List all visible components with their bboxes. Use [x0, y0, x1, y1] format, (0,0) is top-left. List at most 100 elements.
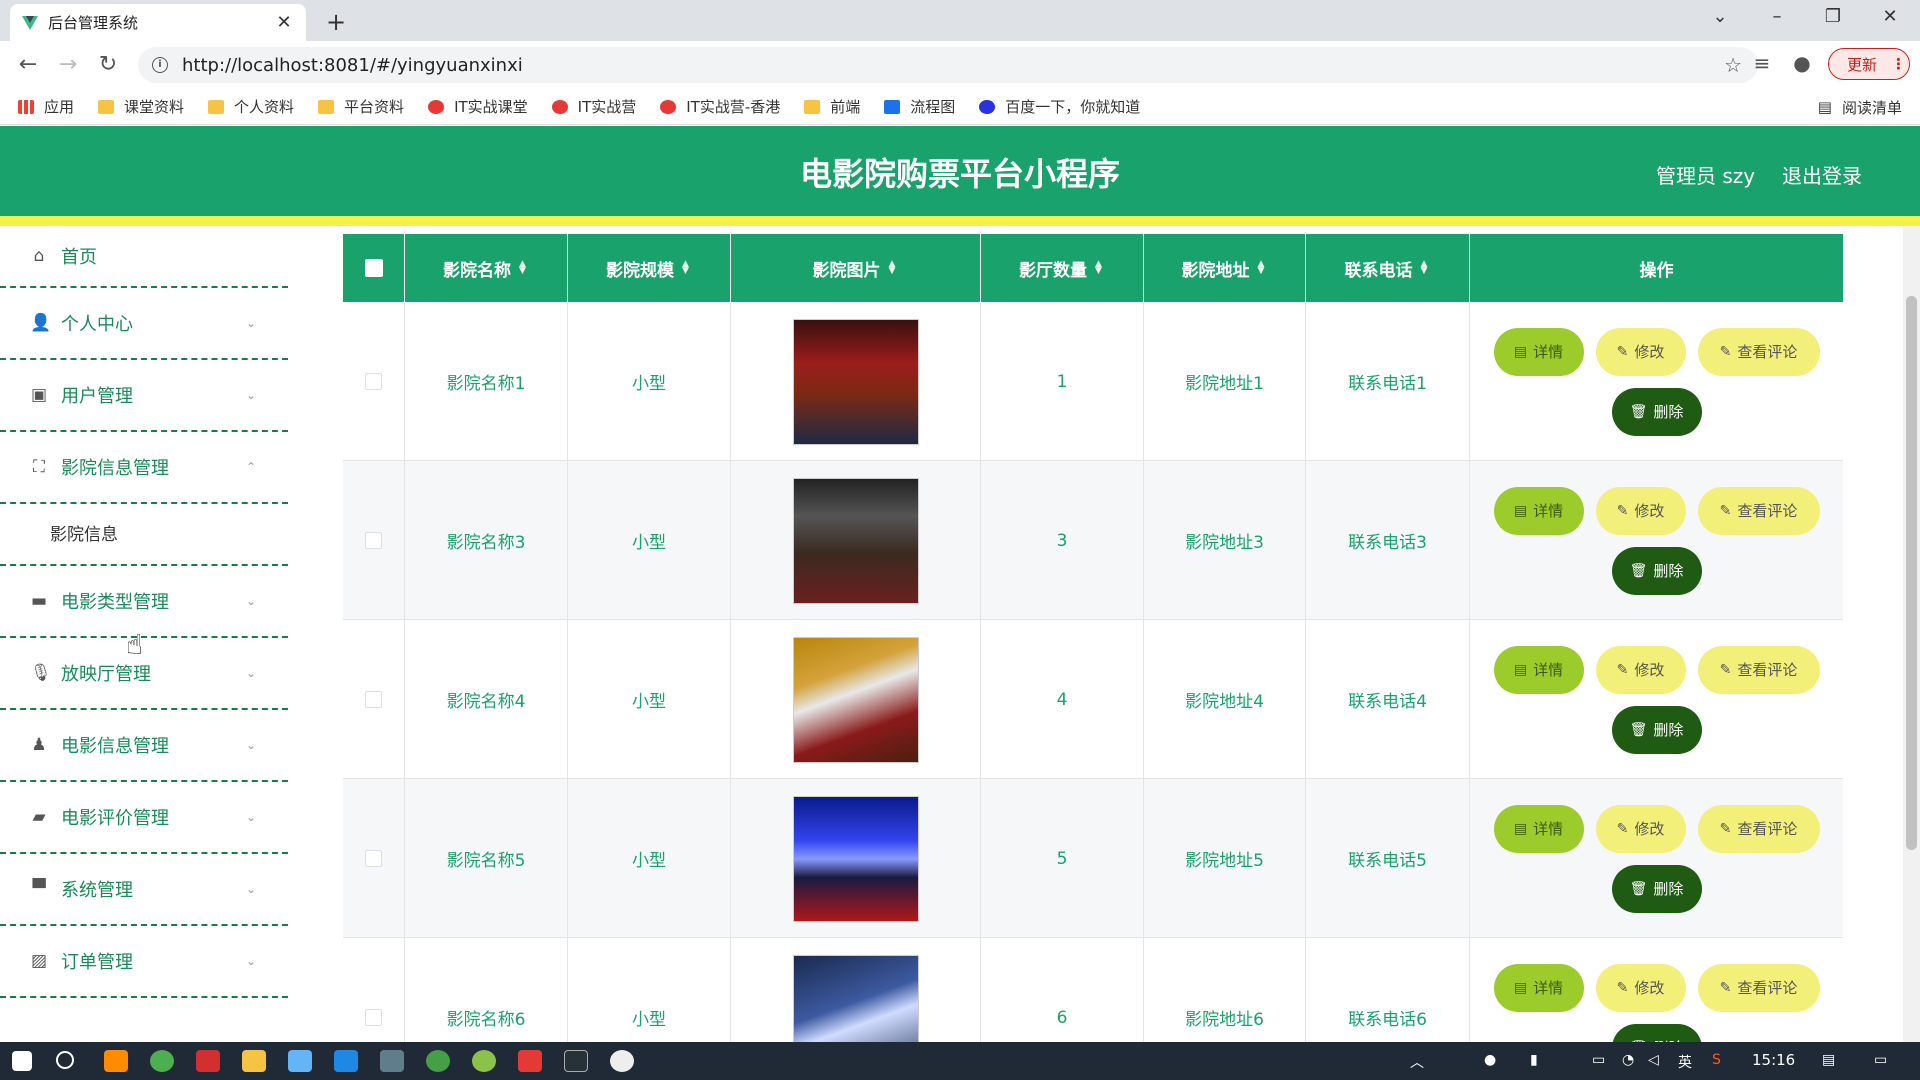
sidebar-item-cinema-management[interactable]: ⛶ 影院信息管理 ⌃: [0, 432, 288, 504]
action-center-icon[interactable]: ▭: [1874, 1052, 1887, 1068]
reading-list[interactable]: ▤ 阅读清单: [1818, 89, 1902, 125]
tray-mic-icon[interactable]: ▮: [1530, 1052, 1538, 1068]
new-tab-button[interactable]: +: [322, 8, 350, 36]
submenu-cinema-info[interactable]: 影院信息: [0, 504, 288, 566]
view-reviews-button[interactable]: ✎ 查看评论: [1697, 327, 1820, 376]
search-icon[interactable]: [56, 1051, 74, 1069]
cinema-thumbnail[interactable]: [792, 477, 919, 604]
cinema-thumbnail[interactable]: [792, 795, 919, 922]
omnibox[interactable]: i http://localhost:8081/#/yingyuanxinxi …: [138, 47, 1758, 83]
sort-icon[interactable]: ▲ ▼: [682, 260, 692, 276]
column-header[interactable]: 联系电话 ▲ ▼: [1306, 234, 1470, 302]
volume-icon[interactable]: ◁: [1648, 1052, 1659, 1068]
edit-button[interactable]: ✎ 修改: [1595, 486, 1686, 535]
sidebar-item-orders[interactable]: ▨ 订单管理 ⌄: [0, 926, 288, 998]
page-scrollbar[interactable]: [1903, 226, 1920, 1042]
delete-button[interactable]: 🗑 删除: [1611, 705, 1702, 754]
view-reviews-button[interactable]: ✎ 查看评论: [1697, 486, 1820, 535]
chrome-icon[interactable]: [150, 1050, 174, 1072]
row-checkbox[interactable]: [365, 691, 382, 708]
bookmark-item[interactable]: 平台资料: [318, 96, 404, 117]
sort-icon[interactable]: ▲ ▼: [889, 260, 899, 276]
windows-start-icon[interactable]: [12, 1051, 32, 1071]
scrollbar-thumb[interactable]: [1906, 296, 1917, 850]
detail-button[interactable]: ▤ 详情: [1493, 963, 1584, 1012]
tab-search-icon[interactable]: ⌄: [1700, 6, 1740, 27]
sidebar-item-movie-review[interactable]: ▰ 电影评价管理 ⌄: [0, 782, 288, 854]
bookmark-item[interactable]: 个人资料: [208, 96, 294, 117]
bookmark-item[interactable]: IT实战营: [551, 96, 636, 117]
url-text[interactable]: http://localhost:8081/#/yingyuanxinxi: [182, 55, 523, 76]
column-header[interactable]: 影厅数量 ▲ ▼: [981, 234, 1144, 302]
bookmark-item[interactable]: IT实战营-香港: [660, 96, 780, 117]
edit-button[interactable]: ✎ 修改: [1595, 327, 1686, 376]
sidebar-item-user-management[interactable]: ▣ 用户管理 ⌄: [0, 360, 288, 432]
bookmark-item[interactable]: 课堂资料: [98, 96, 184, 117]
ime-indicator[interactable]: 英: [1678, 1052, 1692, 1072]
tray-s-icon[interactable]: S: [1712, 1052, 1721, 1068]
file-explorer-icon[interactable]: [242, 1050, 266, 1072]
row-checkbox[interactable]: [365, 1009, 382, 1026]
detail-button[interactable]: ▤ 详情: [1493, 804, 1584, 853]
detail-button[interactable]: ▤ 详情: [1493, 327, 1584, 376]
app-icon[interactable]: [288, 1050, 312, 1072]
view-reviews-button[interactable]: ✎ 查看评论: [1697, 804, 1820, 853]
cinema-thumbnail[interactable]: [792, 954, 919, 1042]
sidebar-item-personal-center[interactable]: 👤 个人中心 ⌄: [0, 288, 288, 360]
row-checkbox[interactable]: [365, 850, 382, 867]
row-checkbox[interactable]: [365, 373, 382, 390]
close-tab-icon[interactable]: ✕: [274, 12, 294, 33]
logout-button[interactable]: 退出登录: [1782, 160, 1862, 189]
edit-button[interactable]: ✎ 修改: [1595, 963, 1686, 1012]
view-reviews-button[interactable]: ✎ 查看评论: [1697, 963, 1820, 1012]
site-info-icon[interactable]: i: [152, 57, 168, 73]
bookmark-star-icon[interactable]: ☆: [1724, 53, 1742, 77]
sidebar-item-home[interactable]: ⌂ 首页: [0, 226, 288, 288]
wifi-icon[interactable]: ◔: [1622, 1052, 1634, 1068]
app-icon[interactable]: [196, 1050, 220, 1072]
app-icon[interactable]: [334, 1050, 358, 1072]
edit-button[interactable]: ✎ 修改: [1595, 804, 1686, 853]
more-menu-icon[interactable]: ⋮: [1891, 55, 1906, 73]
view-reviews-button[interactable]: ✎ 查看评论: [1697, 645, 1820, 694]
sort-icon[interactable]: ▲ ▼: [1095, 260, 1105, 276]
cinema-thumbnail[interactable]: [792, 636, 919, 763]
close-window-icon[interactable]: ✕: [1870, 6, 1910, 27]
terminal-icon[interactable]: [564, 1050, 588, 1072]
app-icon[interactable]: [104, 1050, 128, 1072]
battery-icon[interactable]: ▭: [1592, 1052, 1605, 1068]
sort-icon[interactable]: ▲ ▼: [519, 260, 529, 276]
sidebar-item-movie-info[interactable]: ♟ 电影信息管理 ⌄: [0, 710, 288, 782]
browser-tab[interactable]: 后台管理系统 ✕: [10, 4, 306, 41]
cinema-thumbnail[interactable]: [792, 318, 919, 445]
media-control-icon[interactable]: ≡: [1748, 51, 1776, 75]
tray-chevron-icon[interactable]: ︿: [1410, 1052, 1424, 1072]
delete-button[interactable]: 🗑 删除: [1611, 387, 1702, 436]
settings-icon[interactable]: [380, 1050, 404, 1072]
sidebar-item-movie-type[interactable]: ▬ 电影类型管理 ⌄: [0, 566, 288, 638]
forward-icon[interactable]: →: [54, 51, 82, 79]
detail-button[interactable]: ▤ 详情: [1493, 486, 1584, 535]
select-all-checkbox[interactable]: [364, 259, 383, 277]
column-header[interactable]: 影院地址 ▲ ▼: [1144, 234, 1306, 302]
bookmark-item[interactable]: IT实战课堂: [428, 96, 528, 117]
restore-icon[interactable]: ❐: [1813, 6, 1853, 27]
delete-button[interactable]: 🗑 删除: [1611, 864, 1702, 913]
column-header[interactable]: 影院名称 ▲ ▼: [405, 234, 568, 302]
chat-icon[interactable]: [610, 1050, 634, 1072]
column-header[interactable]: 影院规模 ▲ ▼: [568, 234, 731, 302]
minimize-icon[interactable]: –: [1757, 6, 1797, 27]
row-checkbox[interactable]: [365, 532, 382, 549]
wps-icon[interactable]: [518, 1050, 542, 1072]
edit-button[interactable]: ✎ 修改: [1595, 645, 1686, 694]
notification-icon[interactable]: ▤: [1822, 1052, 1835, 1068]
sidebar-item-screening-hall[interactable]: 🎙 放映厅管理 ⌄: [0, 638, 288, 710]
bookmark-item[interactable]: 流程图: [884, 96, 955, 117]
column-header[interactable]: 影院图片 ▲ ▼: [731, 234, 981, 302]
wechat-icon[interactable]: [426, 1050, 450, 1072]
profile-avatar-icon[interactable]: ●: [1788, 51, 1816, 75]
reload-icon[interactable]: ↻: [94, 51, 122, 79]
sort-icon[interactable]: ▲ ▼: [1421, 260, 1431, 276]
clock[interactable]: 15:16: [1752, 1051, 1795, 1069]
tray-app-icon[interactable]: ●: [1484, 1052, 1496, 1068]
